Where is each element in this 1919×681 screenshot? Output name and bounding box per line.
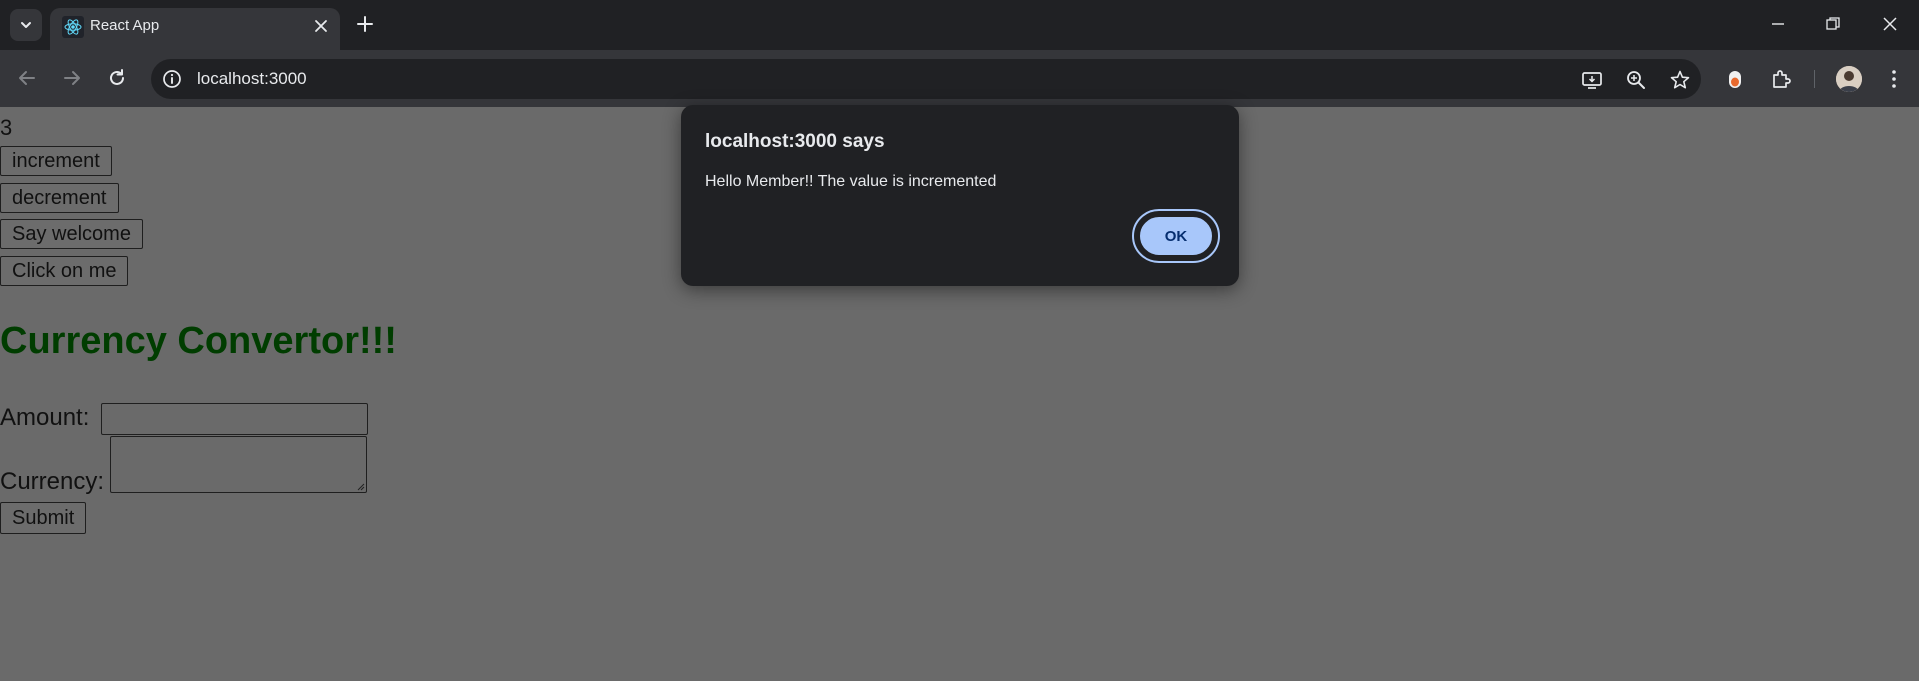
currency-convertor-heading: Currency Convertor!!!: [0, 320, 397, 362]
tab-title: React App: [90, 17, 160, 34]
chevron-down-icon: [21, 22, 31, 28]
active-tab[interactable]: React App: [50, 8, 340, 50]
back-icon[interactable]: [16, 67, 38, 89]
tab-strip: React App: [0, 0, 1919, 50]
react-logo-icon: [62, 16, 84, 38]
minimize-icon[interactable]: [1768, 14, 1788, 34]
currency-label: Currency:: [0, 468, 105, 495]
decrement-button[interactable]: decrement: [0, 183, 119, 213]
say-welcome-button[interactable]: Say welcome: [0, 219, 143, 249]
restore-icon[interactable]: [1823, 14, 1843, 34]
dialog-title: localhost:3000 says: [705, 131, 885, 152]
amount-input[interactable]: [101, 403, 368, 435]
currency-textarea[interactable]: [110, 436, 367, 493]
increment-button[interactable]: increment: [0, 146, 112, 176]
more-menu-icon[interactable]: [1882, 67, 1906, 91]
toolbar-divider: [1814, 70, 1815, 88]
profile-picture-icon: [1836, 66, 1862, 92]
forward-icon[interactable]: [61, 67, 83, 89]
new-tab-icon[interactable]: [355, 14, 375, 34]
ok-focus-ring: OK: [1132, 209, 1220, 263]
extension-icon[interactable]: [1723, 67, 1747, 91]
amount-label: Amount:: [0, 404, 90, 431]
bookmark-star-icon[interactable]: [1669, 69, 1691, 91]
profile-avatar[interactable]: [1836, 66, 1862, 92]
address-bar[interactable]: localhost:3000: [151, 59, 1701, 99]
dialog-message: Hello Member!! The value is incremented: [705, 173, 997, 190]
browser-toolbar: localhost:3000: [0, 50, 1919, 107]
reload-icon[interactable]: [106, 67, 128, 89]
zoom-icon[interactable]: [1625, 69, 1647, 91]
site-info-icon[interactable]: [161, 68, 183, 90]
click-on-me-button[interactable]: Click on me: [0, 256, 129, 286]
alert-dialog: localhost:3000 says Hello Member!! The v…: [681, 105, 1239, 286]
ok-button[interactable]: OK: [1138, 215, 1214, 257]
close-tab-icon[interactable]: [312, 17, 330, 35]
submit-button[interactable]: Submit: [0, 502, 87, 534]
close-window-icon[interactable]: [1880, 14, 1900, 34]
extensions-puzzle-icon[interactable]: [1769, 67, 1793, 91]
install-app-icon[interactable]: [1581, 69, 1603, 91]
resize-grip-icon[interactable]: [356, 482, 365, 491]
url-text: localhost:3000: [197, 69, 307, 88]
tab-search-button[interactable]: [10, 9, 42, 41]
counter-value: 3: [0, 115, 13, 140]
